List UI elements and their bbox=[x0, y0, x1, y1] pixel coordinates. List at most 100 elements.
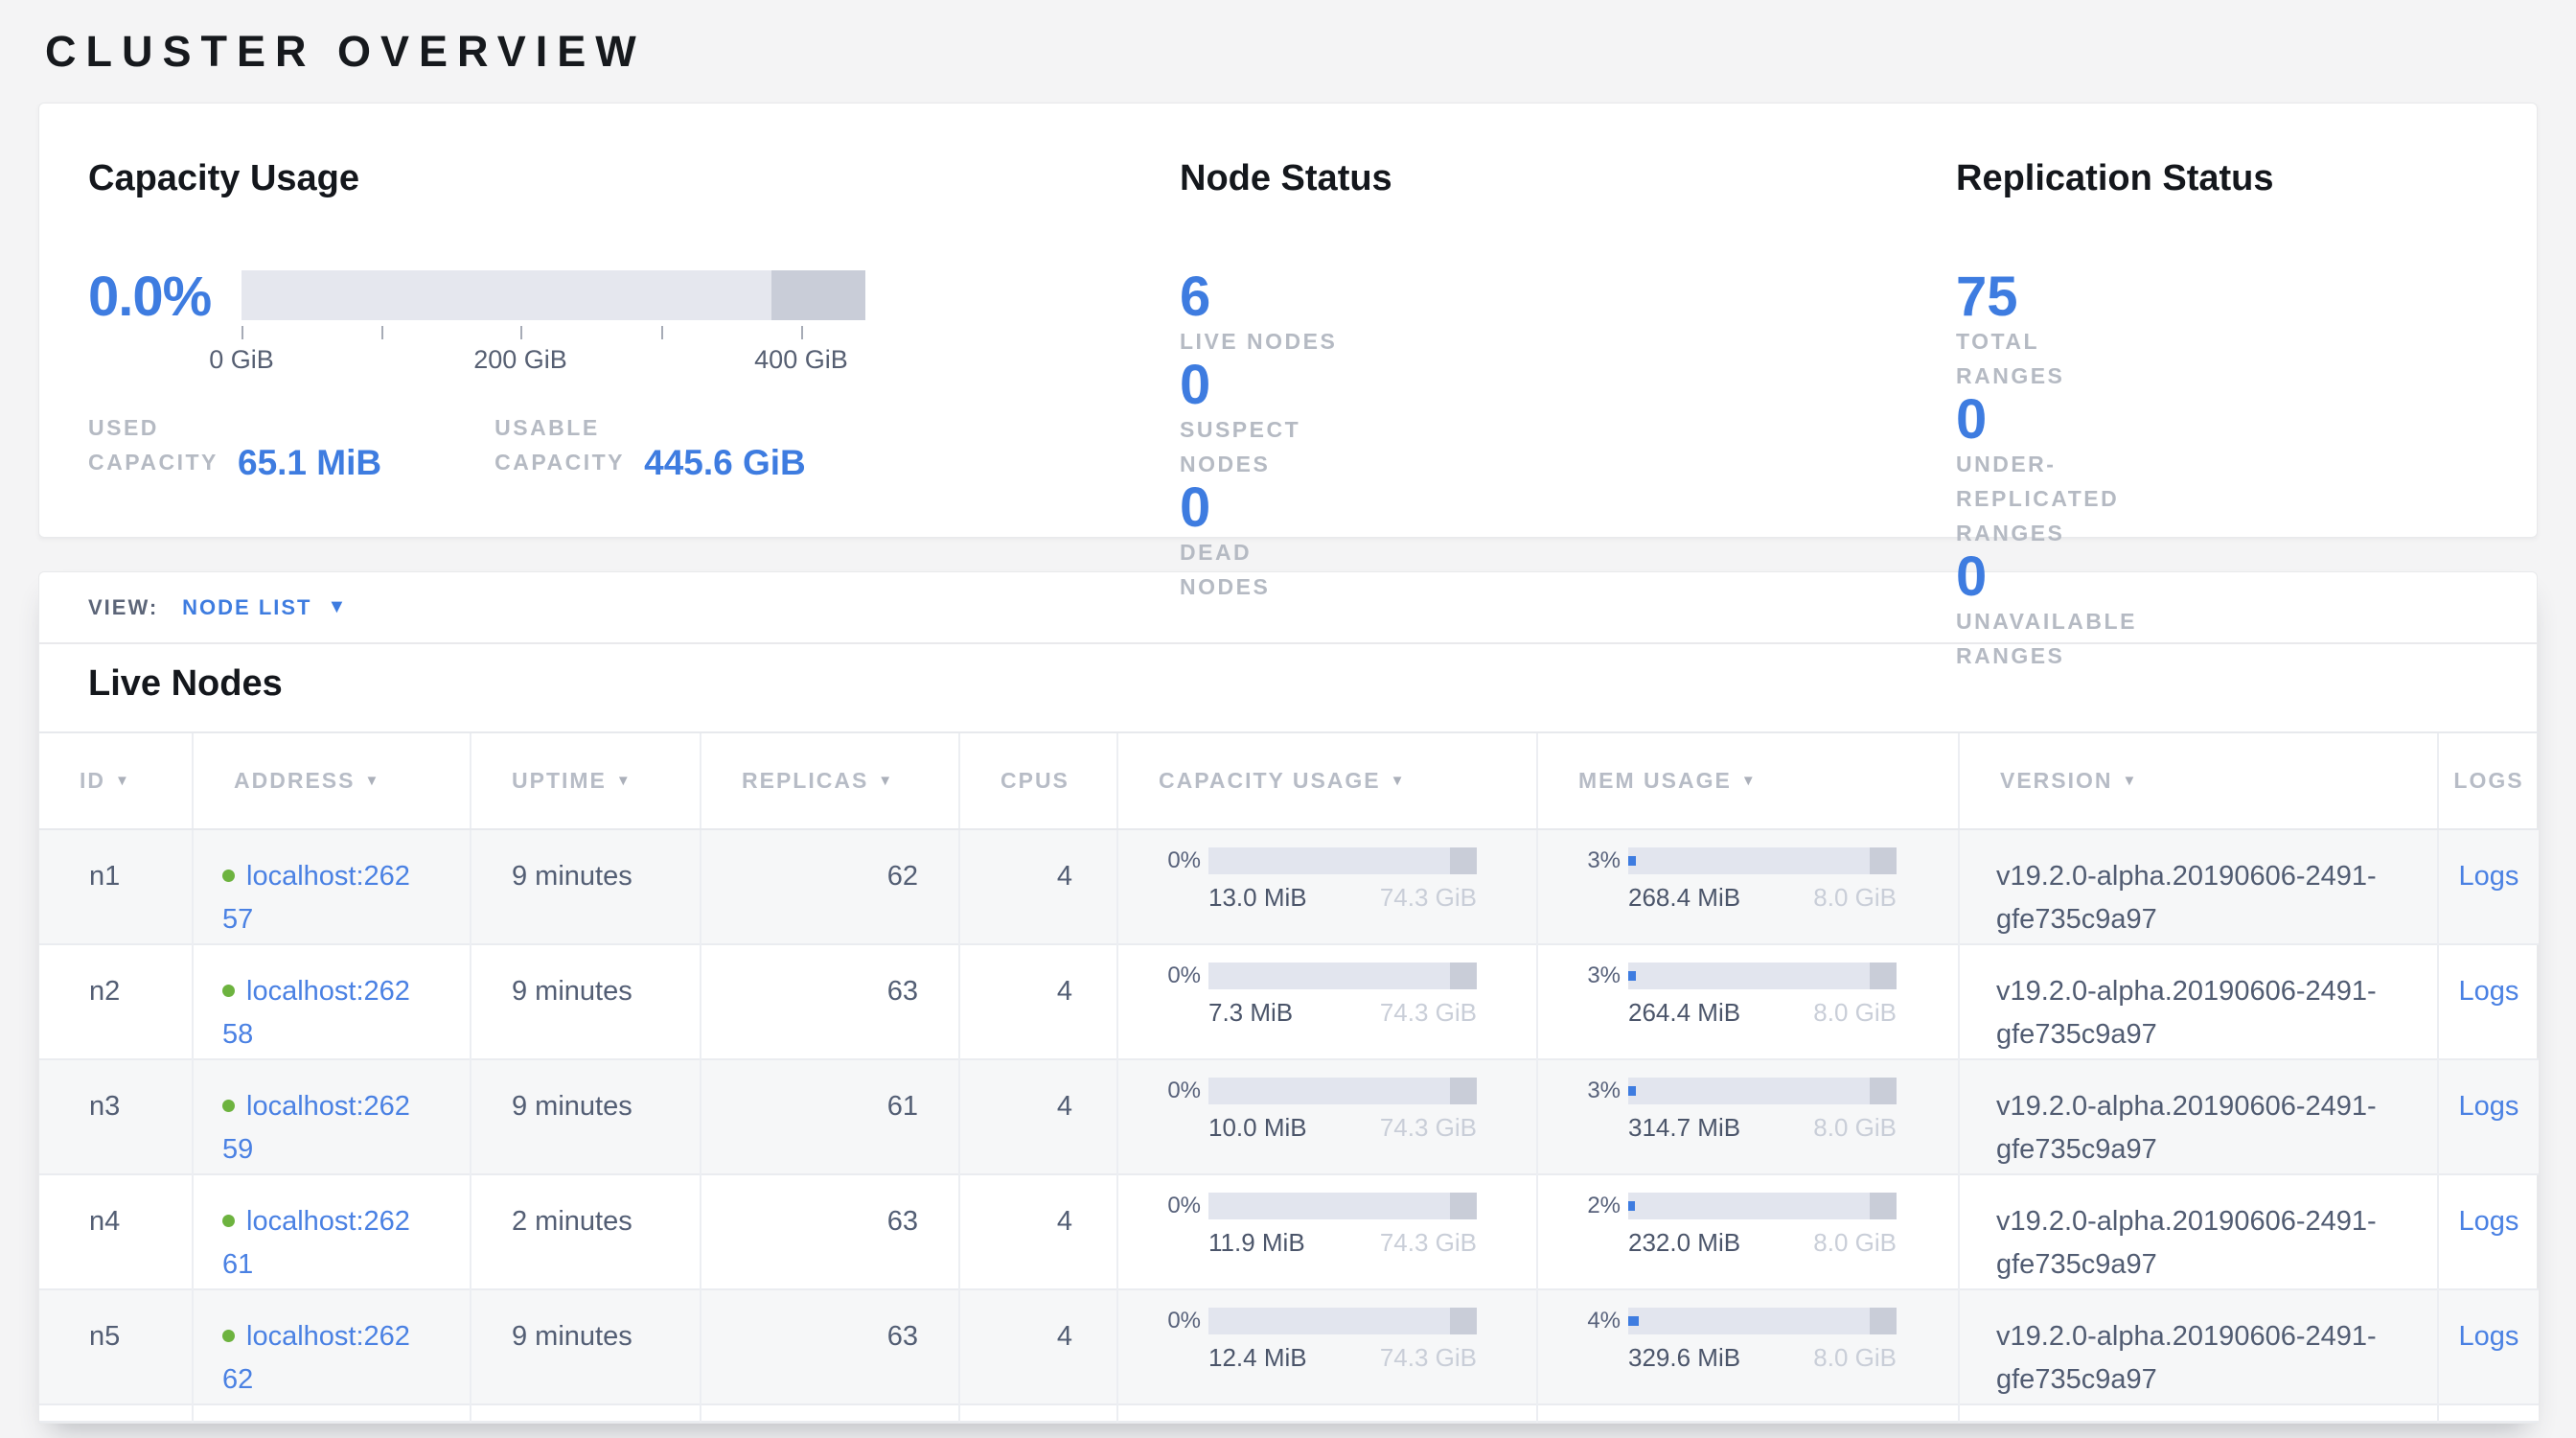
sort-descending-icon: ▼ bbox=[115, 773, 131, 789]
summary-stat: 0DEAD NODES bbox=[1180, 481, 1338, 604]
column-header-capacity[interactable]: CAPACITY USAGE▼ bbox=[1117, 732, 1537, 829]
stat-value: 0 bbox=[1180, 359, 1338, 412]
live-nodes-title-block: Live Nodes bbox=[39, 644, 2537, 731]
uptime-cell: 9 minutes bbox=[471, 829, 701, 944]
column-header-id[interactable]: ID▼ bbox=[39, 732, 193, 829]
logs-cell: Logs bbox=[2438, 829, 2539, 944]
capacity-bar-dark-segment bbox=[1450, 963, 1477, 989]
column-header-version[interactable]: VERSION▼ bbox=[1959, 732, 2438, 829]
uptime-cell: 2 minutes bbox=[471, 1174, 701, 1289]
stat-label: SUSPECT NODES bbox=[1180, 412, 1338, 481]
node-address-link[interactable]: localhost:26262 bbox=[222, 1321, 410, 1395]
mem-bar-fill bbox=[1628, 1316, 1639, 1326]
column-header-address[interactable]: ADDRESS▼ bbox=[193, 732, 471, 829]
summary-stat: USED CAPACITY65.1 MiB bbox=[88, 410, 381, 479]
sort-descending-icon: ▼ bbox=[616, 773, 632, 789]
stat-value: 0 bbox=[1180, 481, 1338, 535]
summary-stat: 0SUSPECT NODES bbox=[1180, 359, 1338, 481]
version-cell: v19.2.0-alpha.20190606-2491-gfe735c9a97 bbox=[1959, 1289, 2438, 1404]
axis-tick bbox=[520, 326, 522, 339]
mem-total-label: 8.0 GiB bbox=[1813, 1342, 1897, 1373]
column-header-replicas[interactable]: REPLICAS▼ bbox=[701, 732, 959, 829]
node-status-stats: 6LIVE NODES0SUSPECT NODES0DEAD NODES bbox=[1180, 270, 1956, 479]
chevron-down-icon: ▼ bbox=[328, 596, 349, 618]
capacity-percent-label: 0% bbox=[1162, 847, 1201, 874]
version-text: v19.2.0-alpha.20190606-2491-gfe735c9a97 bbox=[1996, 1315, 2437, 1402]
mem-percent-label: 3% bbox=[1582, 963, 1621, 989]
mem-total-label: 8.0 GiB bbox=[1813, 1112, 1897, 1143]
column-header-memory[interactable]: MEM USAGE▼ bbox=[1537, 732, 1959, 829]
mem-percent-label: 2% bbox=[1582, 1193, 1621, 1219]
summary-stat: 75TOTAL RANGES bbox=[1956, 270, 2121, 393]
axis-tick bbox=[381, 326, 383, 339]
axis-tick bbox=[661, 326, 663, 339]
cpus-cell: 4 bbox=[959, 829, 1117, 944]
mem-used-label: 264.4 MiB bbox=[1628, 997, 1740, 1028]
logs-link[interactable]: Logs bbox=[2459, 976, 2519, 1007]
stat-value: 6 bbox=[1180, 270, 1338, 324]
capacity-mini-bar bbox=[1208, 847, 1477, 874]
node-address-link[interactable]: localhost:26258 bbox=[222, 976, 410, 1050]
table-row: n5 localhost:26262 9 minutes 63 4 0% 12.… bbox=[39, 1289, 2539, 1404]
mem-used-label: 329.6 MiB bbox=[1628, 1342, 1740, 1373]
version-text: v19.2.0-alpha.20190606-2491-gfe735c9a97 bbox=[1996, 855, 2437, 941]
mem-used-label: 268.4 MiB bbox=[1628, 882, 1740, 913]
uptime-cell: 9 minutes bbox=[471, 1289, 701, 1404]
capacity-mini-bar bbox=[1208, 1193, 1477, 1219]
mem-usage-cell: 3% 268.4 MiB 8.0 GiB bbox=[1537, 829, 1959, 944]
mem-usage-cell: 3% 314.7 MiB 8.0 GiB bbox=[1537, 1059, 1959, 1174]
mem-mini-bar bbox=[1628, 1308, 1897, 1334]
mem-bar-fill bbox=[1628, 1201, 1635, 1211]
live-nodes-heading: Live Nodes bbox=[88, 663, 2537, 705]
stat-value: 445.6 GiB bbox=[644, 443, 806, 483]
logs-link[interactable]: Logs bbox=[2459, 1321, 2519, 1352]
logs-link[interactable]: Logs bbox=[2459, 1091, 2519, 1122]
version-cell: v19.2.0-alpha.20190606-2491-gfe735c9a97 bbox=[1959, 944, 2438, 1059]
summary-stat: 0UNAVAILABLE RANGES bbox=[1956, 550, 2148, 673]
capacity-total-label: 74.3 GiB bbox=[1380, 1227, 1477, 1258]
sort-descending-icon: ▼ bbox=[878, 773, 894, 789]
replication-status-section: Replication Status 75TOTAL RANGES0UNDER-… bbox=[1956, 157, 2488, 537]
replication-status-heading: Replication Status bbox=[1956, 157, 2488, 199]
mem-percent-label: 4% bbox=[1582, 1308, 1621, 1334]
node-status-section: Node Status 6LIVE NODES0SUSPECT NODES0DE… bbox=[1180, 157, 1956, 537]
replicas-cell: 62 bbox=[701, 829, 959, 944]
stat-value: 0 bbox=[1956, 550, 2148, 604]
stat-value: 0 bbox=[1956, 393, 2194, 447]
logs-link[interactable]: Logs bbox=[2459, 861, 2519, 892]
capacity-usage-section: Capacity Usage 0.0% 0 GiB200 GiB400 GiB … bbox=[88, 157, 1180, 537]
column-header-uptime[interactable]: UPTIME▼ bbox=[471, 732, 701, 829]
live-status-icon bbox=[222, 1100, 235, 1112]
version-cell: v19.2.0-alpha.20190606-2491-gfe735c9a97 bbox=[1959, 1174, 2438, 1289]
replicas-cell: 63 bbox=[701, 1174, 959, 1289]
sort-descending-icon: ▼ bbox=[1741, 773, 1758, 789]
node-id-cell: n5 bbox=[39, 1289, 193, 1404]
axis-tick-label: 200 GiB bbox=[473, 345, 567, 375]
node-address-cell: localhost:26262 bbox=[193, 1289, 471, 1404]
column-header-logs: LOGS bbox=[2438, 732, 2539, 829]
logs-link[interactable]: Logs bbox=[2459, 1206, 2519, 1237]
capacity-percent-label: 0% bbox=[1162, 963, 1201, 989]
live-status-icon bbox=[222, 1215, 235, 1227]
mem-used-label: 314.7 MiB bbox=[1628, 1112, 1740, 1143]
capacity-usage-cell: 0% 13.0 MiB 74.3 GiB bbox=[1117, 829, 1537, 944]
axis-tick-label: 0 GiB bbox=[209, 345, 274, 375]
mem-total-label: 8.0 GiB bbox=[1813, 997, 1897, 1028]
capacity-axis-ticks: 0 GiB200 GiB400 GiB bbox=[242, 320, 865, 380]
version-text: v19.2.0-alpha.20190606-2491-gfe735c9a97 bbox=[1996, 970, 2437, 1056]
logs-cell: Logs bbox=[2438, 1289, 2539, 1404]
live-status-icon bbox=[222, 985, 235, 997]
view-selector-dropdown[interactable]: NODE LIST ▼ bbox=[182, 595, 348, 620]
node-address-link[interactable]: localhost:26257 bbox=[222, 861, 410, 935]
mem-total-label: 8.0 GiB bbox=[1813, 882, 1897, 913]
version-text: v19.2.0-alpha.20190606-2491-gfe735c9a97 bbox=[1996, 1200, 2437, 1287]
capacity-percent-label: 0% bbox=[1162, 1308, 1201, 1334]
node-id-cell: n1 bbox=[39, 829, 193, 944]
capacity-mini-bar bbox=[1208, 963, 1477, 989]
node-status-heading: Node Status bbox=[1180, 157, 1956, 199]
sort-descending-icon: ▼ bbox=[1391, 773, 1407, 789]
node-address-link[interactable]: localhost:26261 bbox=[222, 1206, 410, 1280]
node-address-link[interactable]: localhost:26259 bbox=[222, 1091, 410, 1165]
summary-stat: 0UNDER-REPLICATED RANGES bbox=[1956, 393, 2194, 550]
mem-total-label: 8.0 GiB bbox=[1813, 1227, 1897, 1258]
